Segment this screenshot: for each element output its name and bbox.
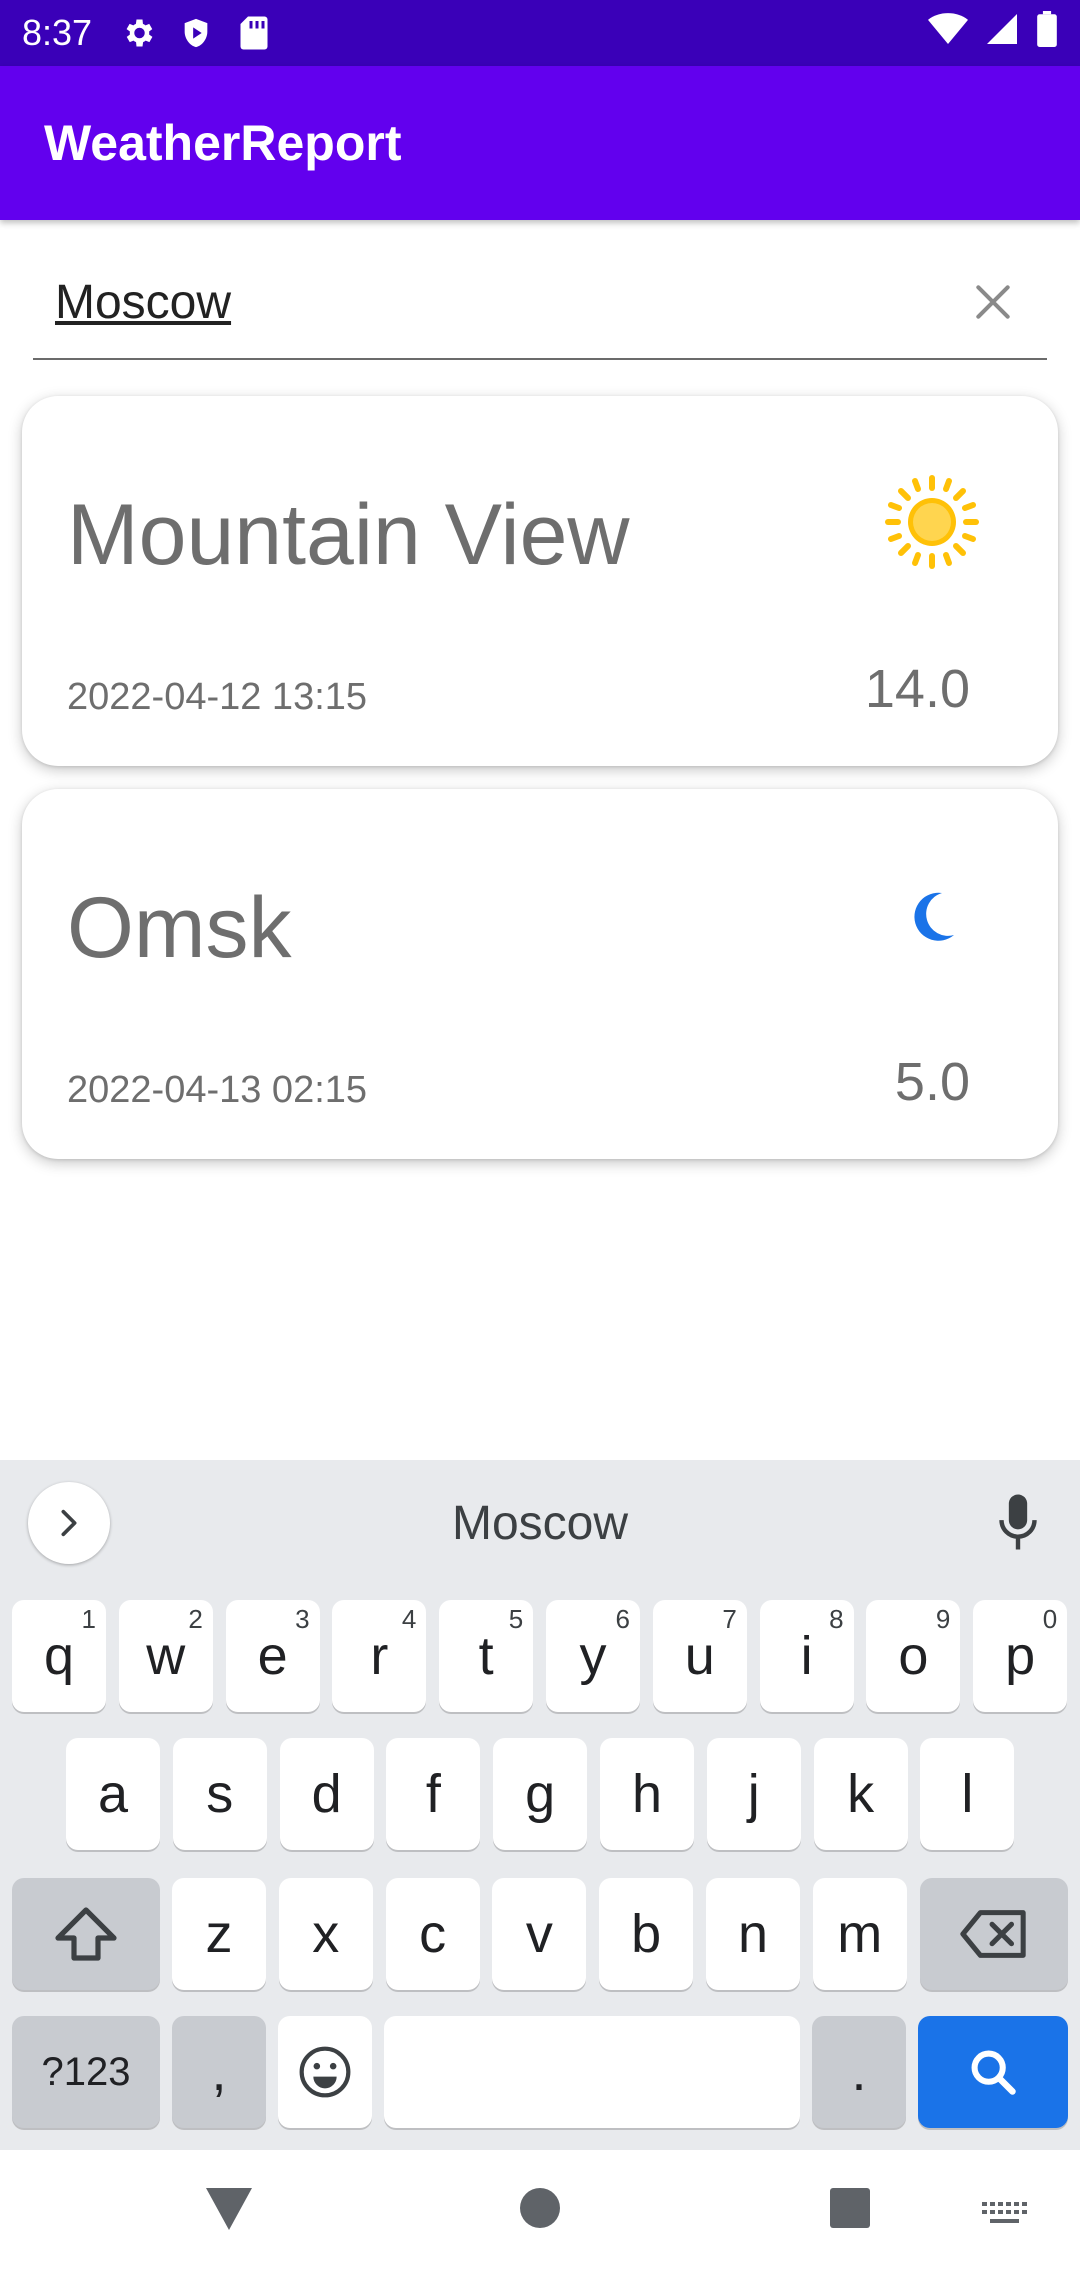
key-g[interactable]: g bbox=[493, 1738, 588, 1850]
key-hint: 0 bbox=[1042, 1604, 1058, 1634]
battery-icon bbox=[1036, 10, 1058, 56]
search-key[interactable] bbox=[918, 2016, 1068, 2128]
status-bar: 8:37 bbox=[0, 0, 1080, 66]
key-e[interactable]: e3 bbox=[225, 1600, 320, 1712]
key-m[interactable]: m bbox=[812, 1878, 907, 1990]
key-d[interactable]: d bbox=[279, 1738, 374, 1850]
recents-square-icon bbox=[830, 2188, 870, 2228]
observation-date: 2022-04-12 13:15 bbox=[67, 676, 368, 718]
sd-card-icon bbox=[234, 13, 274, 53]
key-j[interactable]: j bbox=[706, 1738, 801, 1850]
key-k[interactable]: k bbox=[813, 1738, 908, 1850]
symbols-key[interactable]: ?123 bbox=[12, 2016, 160, 2128]
emoji-icon bbox=[299, 2046, 351, 2098]
search-bar bbox=[33, 246, 1047, 360]
weather-card[interactable]: Omsk 2022-04-13 02:15 5.0 bbox=[22, 789, 1058, 1159]
key-p[interactable]: p0 bbox=[973, 1600, 1068, 1712]
keyboard-switch-button[interactable] bbox=[982, 2202, 1028, 2226]
space-key[interactable] bbox=[384, 2016, 800, 2128]
key-u[interactable]: u7 bbox=[652, 1600, 747, 1712]
comma-key[interactable]: , bbox=[172, 2016, 266, 2128]
temperature: 14.0 bbox=[864, 659, 970, 719]
search-icon bbox=[971, 2050, 1016, 2095]
key-label: i bbox=[800, 1626, 813, 1686]
key-w[interactable]: w2 bbox=[118, 1600, 213, 1712]
recents-button[interactable] bbox=[828, 2186, 872, 2230]
key-l[interactable]: l bbox=[920, 1738, 1015, 1850]
clear-search-button[interactable] bbox=[953, 262, 1033, 342]
key-r[interactable]: r4 bbox=[332, 1600, 427, 1712]
moon-icon bbox=[908, 889, 958, 943]
keyboard-icon bbox=[982, 2202, 1027, 2223]
key-label: t bbox=[478, 1626, 494, 1686]
home-button[interactable] bbox=[518, 2186, 562, 2230]
key-label: w bbox=[146, 1626, 186, 1686]
key-label: e bbox=[257, 1626, 288, 1686]
signal-icon bbox=[984, 11, 1020, 56]
observation-date: 2022-04-13 02:15 bbox=[67, 1069, 368, 1111]
backspace-icon bbox=[960, 1910, 1026, 1958]
key-hint: 3 bbox=[295, 1604, 310, 1634]
backspace-key[interactable] bbox=[920, 1878, 1068, 1990]
key-a[interactable]: a bbox=[66, 1738, 160, 1850]
key-i[interactable]: i8 bbox=[759, 1600, 854, 1712]
app-title: WeatherReport bbox=[44, 115, 402, 171]
microphone-icon bbox=[999, 1494, 1037, 1550]
back-triangle-icon bbox=[206, 2188, 252, 2230]
voice-input-button[interactable] bbox=[988, 1490, 1048, 1554]
key-z[interactable]: z bbox=[172, 1878, 266, 1990]
key-y[interactable]: y6 bbox=[546, 1600, 640, 1712]
key-c[interactable]: c bbox=[385, 1878, 480, 1990]
soft-keyboard: Moscow q1w2e3r4t5y6u7i8o9p0 asdfghjkl zx… bbox=[0, 1460, 1080, 2150]
key-b[interactable]: b bbox=[599, 1878, 694, 1990]
key-label: u bbox=[684, 1626, 715, 1686]
key-hint: 4 bbox=[401, 1604, 417, 1634]
key-hint: 7 bbox=[722, 1604, 737, 1634]
key-label: y bbox=[579, 1626, 607, 1686]
back-button[interactable] bbox=[204, 2186, 254, 2232]
key-label: q bbox=[43, 1626, 75, 1686]
weather-card[interactable]: Mountain View 2022-04-12 13:15 14.0 bbox=[22, 396, 1058, 766]
key-h[interactable]: h bbox=[600, 1738, 694, 1850]
key-hint: 8 bbox=[829, 1604, 844, 1634]
key-hint: 2 bbox=[188, 1604, 203, 1634]
key-hint: 9 bbox=[935, 1604, 951, 1634]
home-circle-icon bbox=[520, 2188, 560, 2228]
navigation-bar bbox=[0, 2150, 1080, 2280]
wifi-icon bbox=[928, 12, 968, 55]
key-o[interactable]: o9 bbox=[866, 1600, 961, 1712]
sun-icon bbox=[884, 474, 980, 570]
key-hint: 1 bbox=[81, 1604, 96, 1634]
key-f[interactable]: f bbox=[386, 1738, 481, 1850]
key-s[interactable]: s bbox=[172, 1738, 267, 1850]
suggestion-strip: Moscow bbox=[0, 1460, 1080, 1580]
shift-icon bbox=[55, 1907, 117, 1961]
key-v[interactable]: v bbox=[492, 1878, 587, 1990]
key-hint: 5 bbox=[508, 1604, 524, 1634]
settings-icon bbox=[118, 13, 158, 53]
status-time: 8:37 bbox=[22, 12, 93, 53]
key-hint: 6 bbox=[615, 1604, 630, 1634]
key-label: r bbox=[370, 1626, 389, 1686]
close-icon bbox=[976, 285, 1010, 319]
key-t[interactable]: t5 bbox=[439, 1600, 534, 1712]
suggestion-word[interactable]: Moscow bbox=[0, 1496, 1080, 1551]
key-n[interactable]: n bbox=[706, 1878, 800, 1990]
search-input[interactable] bbox=[33, 246, 953, 358]
key-label: p bbox=[1005, 1626, 1036, 1686]
app-bar: WeatherReport bbox=[0, 66, 1080, 220]
shift-key[interactable] bbox=[12, 1878, 160, 1990]
key-label: o bbox=[898, 1626, 929, 1686]
temperature: 5.0 bbox=[894, 1052, 970, 1112]
city-name: Omsk bbox=[67, 880, 292, 976]
key-x[interactable]: x bbox=[278, 1878, 373, 1990]
period-key[interactable]: . bbox=[812, 2016, 906, 2128]
key-q[interactable]: q1 bbox=[12, 1600, 106, 1712]
shield-icon bbox=[176, 13, 216, 53]
emoji-key[interactable] bbox=[278, 2016, 372, 2128]
city-name: Mountain View bbox=[67, 487, 630, 583]
